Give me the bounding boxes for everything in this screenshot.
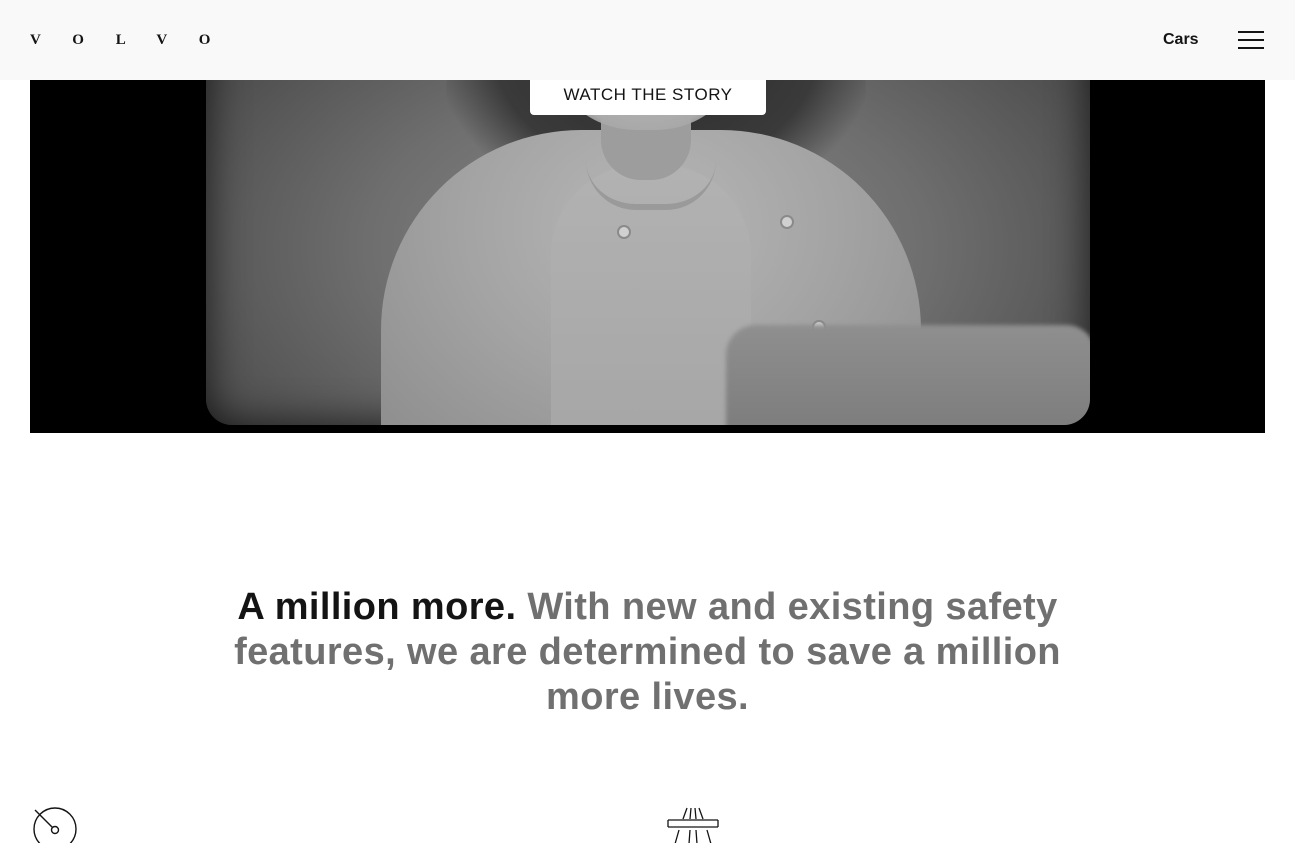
nav-cars-link[interactable]: Cars <box>1163 30 1199 50</box>
video-figure-desk <box>726 325 1090 425</box>
menu-line <box>1238 39 1264 41</box>
menu-line <box>1238 31 1264 33</box>
site-header: V O L V O Cars <box>0 0 1295 80</box>
menu-line <box>1238 47 1264 49</box>
highway-road-icon <box>667 807 719 843</box>
speedometer-icon <box>33 807 77 843</box>
video-figure-button <box>780 215 794 229</box>
page: WATCH THE STORY V O L V O Cars A million… <box>0 0 1295 843</box>
safety-statement: A million more. With new and existing sa… <box>215 585 1080 720</box>
volvo-logo[interactable]: V O L V O <box>30 31 224 49</box>
hamburger-menu-icon[interactable] <box>1236 28 1266 52</box>
statement-lead: A million more. <box>237 586 517 628</box>
video-figure-button <box>617 225 631 239</box>
